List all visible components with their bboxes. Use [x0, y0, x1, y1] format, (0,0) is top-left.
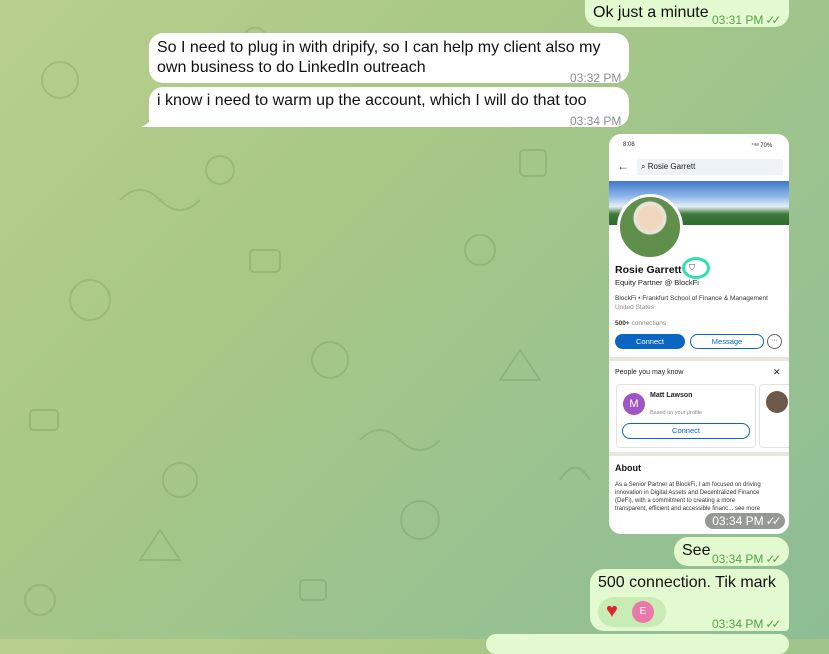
message-text: i know i need to warm up the account, wh… — [157, 92, 587, 109]
about-title: About — [615, 463, 641, 473]
message-time: 03:32 PM — [570, 71, 622, 85]
bubble-tail — [141, 117, 153, 127]
message-bubble-outgoing[interactable] — [486, 634, 789, 654]
connect-button[interactable]: Connect — [615, 334, 685, 349]
message-text: Ok just a minute — [593, 4, 709, 21]
message-text: See — [682, 542, 711, 559]
message-bubble-incoming[interactable]: So I need to plug in with dripify, so I … — [149, 33, 629, 85]
section-divider — [609, 452, 789, 456]
pymk-card-partial[interactable] — [759, 384, 789, 448]
pymk-name: Matt Lawson — [650, 392, 693, 399]
message-bubble-incoming[interactable]: i know i need to warm up the account, wh… — [149, 87, 629, 128]
message-button[interactable]: Message — [690, 334, 764, 349]
search-input[interactable]: ⌕ Rosie Garrett — [637, 159, 783, 175]
about-text: innovation in Digital Assets and Decentr… — [615, 490, 760, 496]
search-icon: ⌕ — [641, 162, 646, 171]
about-text: transparent, efficient and accessible fi… — [615, 506, 760, 512]
avatar: E — [632, 601, 654, 623]
message-time: 03:34 PM — [570, 114, 622, 128]
pymk-connect-button[interactable]: Connect — [622, 423, 750, 439]
more-options-icon[interactable]: ··· — [767, 334, 782, 349]
about-text: (DeFi), with a commitment to creating a … — [615, 498, 736, 504]
pymk-card[interactable]: M Matt Lawson Based on your profile Conn… — [616, 384, 756, 448]
pymk-reason: Based on your profile — [650, 410, 702, 416]
message-text: 500 connection. Tik mark — [598, 574, 776, 591]
message-bubble-outgoing[interactable]: See 03:34 PM ✓✓ — [674, 537, 789, 566]
message-text: own business to do LinkedIn outreach — [157, 59, 426, 76]
read-checks-icon: ✓✓ — [765, 552, 781, 566]
read-checks-icon: ✓✓ — [765, 13, 781, 27]
profile-avatar — [617, 194, 683, 260]
avatar: M — [623, 393, 645, 415]
message-time: 03:34 PM ✓✓ — [712, 552, 782, 566]
profile-connections: 500+ connections — [615, 320, 667, 327]
highlight-circle — [682, 257, 710, 279]
read-checks-icon: ✓✓ — [765, 617, 781, 631]
profile-name: Rosie Garrett — [615, 264, 682, 276]
status-icons: ⁺ᵃᵃ 70% — [751, 143, 773, 149]
image-message-linkedin-screenshot[interactable]: 8:08 ⁺ᵃᵃ 70% ← ⌕ Rosie Garrett Rosie Gar… — [609, 134, 789, 534]
pymk-title: People you may know — [615, 369, 684, 376]
message-text: So I need to plug in with dripify, so I … — [157, 39, 601, 56]
close-icon[interactable]: ✕ — [773, 367, 781, 378]
back-arrow-icon[interactable]: ← — [617, 159, 629, 173]
profile-location: United States — [615, 304, 655, 311]
message-bubble-outgoing[interactable]: Ok just a minute 03:31 PM ✓✓ — [585, 0, 789, 27]
avatar — [766, 391, 788, 413]
message-time: 03:31 PM ✓✓ — [712, 13, 782, 27]
profile-education: BlockFi • Frankfurt School of Finance & … — [615, 295, 768, 302]
message-time: 03:34 PM ✓✓ — [712, 617, 782, 631]
heart-icon: ♥ — [606, 600, 618, 622]
profile-headline: Equity Partner @ BlockFi — [615, 278, 699, 287]
image-time-badge: 03:34 PM ✓✓ — [705, 513, 785, 529]
read-checks-icon: ✓✓ — [765, 514, 782, 528]
about-text: As a Senior Partner at BlockFi, I am foc… — [615, 482, 761, 488]
status-bar: 8:08 ⁺ᵃᵃ 70% — [623, 142, 773, 149]
section-divider — [609, 357, 789, 361]
